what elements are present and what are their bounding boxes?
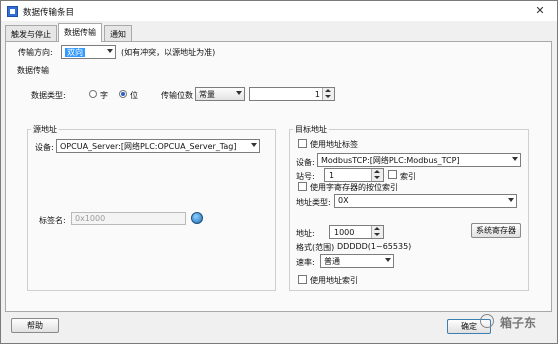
source-group	[27, 129, 276, 291]
source-device-value: OPCUA_Server:[网络PLC:OPCUA_Server_Tag]	[60, 142, 237, 151]
radio-word[interactable]	[89, 90, 97, 98]
target-device-label: 设备:	[296, 158, 315, 167]
use-tag-checkbox[interactable]	[298, 139, 307, 148]
bit-count-mode-value: 常量	[199, 90, 215, 99]
chevron-down-icon	[385, 258, 391, 262]
chevron-down-icon	[508, 198, 514, 202]
speed-select[interactable]: 普通	[320, 254, 394, 268]
target-device-select[interactable]: ModbusTCP:[网络PLC:Modbus_TCP]	[317, 153, 521, 167]
watermark-text: 箱子东	[500, 316, 537, 330]
watermark-logo-icon	[480, 314, 494, 328]
radio-word-label: 字	[100, 91, 108, 100]
index-label: 索引	[400, 172, 416, 181]
bit-count-value: 1	[314, 90, 320, 99]
bit-count-stepper[interactable]: 1	[249, 87, 335, 101]
dialog-window: 数据传输条目 ✕ 触发与停止 数据传输 通知 传输方向: 双向 (如有冲突，以源…	[0, 0, 558, 344]
addr-type-label: 地址类型:	[296, 198, 331, 207]
stepper-arrows-icon[interactable]	[322, 88, 334, 100]
title-bar: 数据传输条目 ✕	[1, 1, 557, 21]
speed-value: 普通	[324, 257, 340, 266]
globe-icon[interactable]	[191, 212, 203, 224]
chevron-down-icon	[251, 143, 257, 147]
help-button[interactable]: 帮助	[11, 318, 59, 333]
bit-count-mode-select[interactable]: 常量	[195, 87, 245, 101]
index-checkbox[interactable]	[388, 170, 397, 179]
target-device-value: ModbusTCP:[网络PLC:Modbus_TCP]	[321, 156, 460, 165]
source-device-label: 设备:	[35, 143, 54, 152]
addr-type-select[interactable]: 0X	[334, 194, 517, 208]
bit-count-label: 传输位数	[161, 91, 193, 100]
address-label: 地址:	[296, 229, 315, 238]
chevron-down-icon	[512, 157, 518, 161]
tag-name-input[interactable]: 0x1000	[71, 212, 186, 225]
data-type-label: 数据类型:	[31, 91, 66, 100]
address-stepper[interactable]: 1000	[329, 225, 384, 239]
chevron-down-icon	[107, 49, 113, 53]
tag-name-label: 标签名:	[39, 216, 66, 225]
use-address-index-label: 使用地址索引	[310, 276, 358, 285]
use-bit-index-label: 使用字寄存器的按位索引	[310, 183, 398, 192]
station-label: 站号:	[296, 172, 315, 181]
direction-select[interactable]: 双向	[61, 45, 116, 59]
source-group-label: 源地址	[31, 124, 59, 135]
format-label: 格式(范围)	[296, 243, 335, 252]
chevron-down-icon	[236, 91, 242, 95]
use-tag-label: 使用地址标签	[310, 140, 358, 149]
tab-notify[interactable]: 通知	[104, 25, 132, 41]
close-icon[interactable]: ✕	[525, 3, 555, 19]
app-icon	[7, 6, 18, 17]
data-transfer-group-label: 数据传输	[17, 66, 49, 75]
stepper-arrows-icon[interactable]	[371, 169, 383, 181]
addr-type-value: 0X	[338, 196, 349, 205]
direction-note: (如有冲突，以源地址为准)	[121, 48, 216, 57]
direction-value: 双向	[65, 48, 85, 57]
target-group-label: 目标地址	[293, 124, 329, 135]
stepper-arrows-icon[interactable]	[371, 226, 383, 238]
radio-bit[interactable]	[119, 90, 127, 98]
radio-bit-label: 位	[130, 91, 138, 100]
format-value: DDDDD(1~65535)	[337, 242, 412, 251]
direction-label: 传输方向:	[18, 48, 53, 57]
tab-trigger-stop[interactable]: 触发与停止	[5, 25, 57, 41]
window-title: 数据传输条目	[23, 8, 75, 18]
speed-label: 速率:	[296, 258, 315, 267]
source-device-select[interactable]: OPCUA_Server:[网络PLC:OPCUA_Server_Tag]	[56, 139, 260, 153]
system-register-button[interactable]: 系统寄存器	[471, 223, 521, 238]
station-value: 1	[329, 171, 335, 180]
tag-name-placeholder: 0x1000	[75, 214, 106, 223]
use-address-index-checkbox[interactable]	[298, 275, 307, 284]
station-stepper[interactable]: 1	[324, 168, 384, 182]
address-value: 1000	[334, 228, 355, 237]
use-bit-index-checkbox[interactable]	[298, 182, 307, 191]
tab-data-transfer[interactable]: 数据传输	[58, 23, 102, 42]
